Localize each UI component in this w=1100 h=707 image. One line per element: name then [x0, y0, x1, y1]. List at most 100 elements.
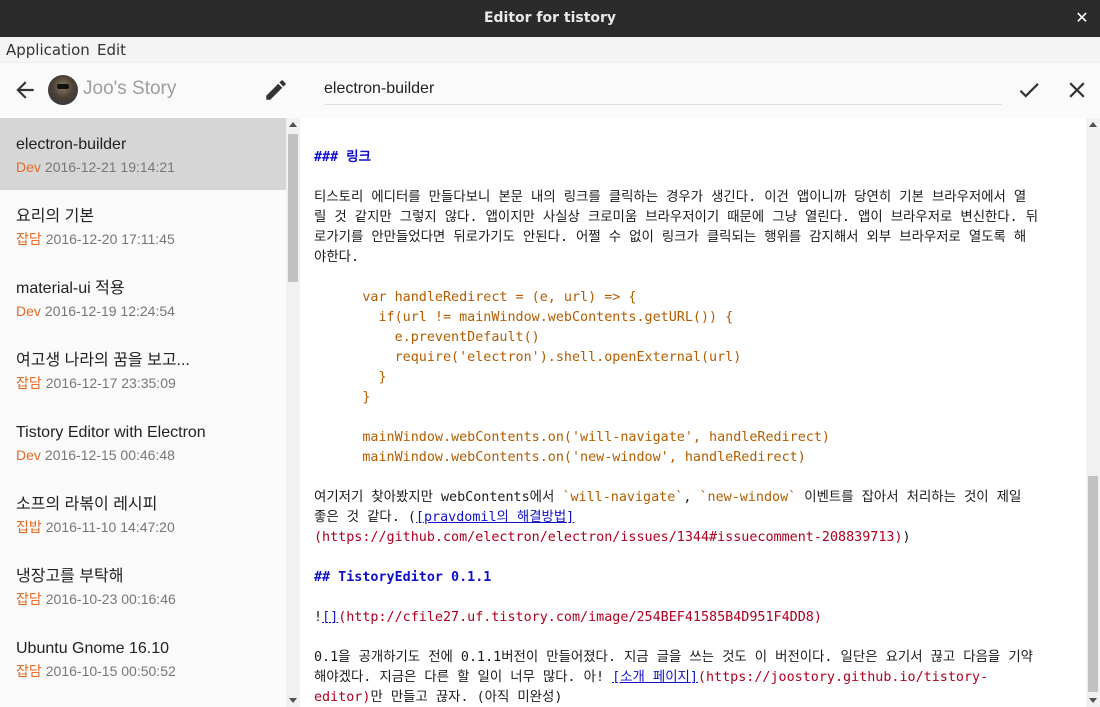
post-category: Dev — [16, 447, 41, 463]
menu-application[interactable]: Application — [6, 41, 90, 59]
image-markdown-line: ![](http://cfile27.uf.tistory.com/image/… — [314, 608, 1072, 628]
menu-bar: Application Edit — [0, 37, 1100, 63]
check-icon — [1019, 83, 1039, 98]
post-list-scrollbar[interactable] — [286, 118, 300, 707]
heading-link: ### 링크 — [314, 150, 371, 165]
post-title: 여고생 나라의 꿈을 보고... — [16, 352, 190, 369]
post-title: material-ui 적용 — [16, 280, 125, 297]
editor-content: ### 링크 티스토리 에디터를 만들다보니 본문 내의 링크를 클릭하는 경우… — [314, 118, 1072, 707]
post-title: electron-builder — [16, 136, 127, 153]
save-button[interactable] — [1016, 77, 1042, 103]
text-span: , — [683, 490, 700, 505]
post-title: 소프의 라볶이 레시피 — [16, 496, 158, 513]
post-category: 잡담 — [16, 591, 42, 607]
post-list-item[interactable]: 여고생 나라의 꿈을 보고... 잡담 2016-12-17 23:35:09 — [0, 334, 286, 406]
post-title: 냉장고를 부탁해 — [16, 568, 124, 585]
post-list-item[interactable]: electron-builder Dev 2016-12-21 19:14:21 — [0, 118, 286, 190]
markdown-editor[interactable]: ### 링크 티스토리 에디터를 만들다보니 본문 내의 링크를 클릭하는 경우… — [300, 118, 1086, 707]
window-titlebar: Editor for tistory ✕ — [0, 0, 1100, 37]
post-date: 2016-11-10 14:47:20 — [45, 519, 175, 535]
window-title: Editor for tistory — [483, 10, 617, 26]
paragraph-line: editor)만 만들고 끊자. (아직 미완성) — [314, 688, 1072, 707]
post-date: 2016-10-23 00:16:46 — [45, 591, 176, 607]
image-alt-text: [] — [322, 610, 339, 625]
markdown-link-url: editor) — [314, 690, 371, 705]
code-line: require('electron').shell.openExternal(u… — [314, 350, 742, 365]
text-span: ) — [902, 530, 911, 545]
scroll-down-arrow-icon[interactable] — [289, 698, 297, 703]
code-line: e.preventDefault() — [314, 330, 540, 345]
code-line: mainWindow.webContents.on('new-window', … — [314, 450, 806, 465]
post-list-item[interactable]: Tistory Editor with Electron Dev 2016-12-… — [0, 406, 286, 478]
paragraph-line: (https://github.com/electron/electron/is… — [314, 528, 1072, 548]
new-post-button[interactable] — [263, 77, 289, 103]
text-span: 좋은 것 같다. ( — [314, 510, 416, 525]
markdown-link-url: (https://joostory.github.io/tistory- — [697, 670, 989, 685]
editor-header — [300, 63, 1100, 118]
post-category: 집밥 — [16, 519, 42, 535]
post-category: Dev — [16, 159, 41, 175]
post-list-item[interactable]: material-ui 적용 Dev 2016-12-19 12:24:54 — [0, 262, 286, 334]
paragraph-line: 릴 것 같지만 그렇지 않다. 앱이지만 사실상 크로미움 브라우저이기 때문에… — [314, 210, 1039, 225]
arrow-left-icon — [16, 81, 34, 99]
markdown-link-url: (https://github.com/electron/electron/is… — [314, 530, 903, 545]
post-category: Dev — [16, 303, 41, 319]
paragraph-line: 여기저기 찾아봤지만 webContents에서 `will-navigate`… — [314, 488, 1072, 508]
code-line: if(url != mainWindow.webContents.getURL(… — [314, 310, 734, 325]
image-bang: ! — [314, 610, 323, 625]
close-icon — [1069, 82, 1085, 98]
markdown-link-text: [소개 페이지] — [612, 670, 698, 685]
paragraph-line: 0.1을 공개하기도 전에 0.1.1버전이 만들어졌다. 지금 글을 쓰는 것… — [314, 650, 1033, 665]
post-date: 2016-12-15 00:46:48 — [44, 447, 175, 463]
post-title: 요리의 기본 — [16, 208, 95, 225]
blog-title: Joo's Story — [83, 78, 177, 99]
menu-edit[interactable]: Edit — [97, 41, 126, 59]
post-date: 2016-12-17 23:35:09 — [45, 375, 176, 391]
post-date: 2016-10-15 00:50:52 — [45, 663, 176, 679]
post-title: Ubuntu Gnome 16.10 — [16, 640, 169, 657]
avatar — [48, 75, 78, 105]
scroll-up-arrow-icon[interactable] — [289, 122, 297, 127]
post-list-item[interactable]: Ubuntu Gnome 16.10 잡담 2016-10-15 00:50:52 — [0, 622, 286, 694]
sidebar-header: Joo's Story — [0, 63, 300, 118]
post-category: 잡담 — [16, 375, 42, 391]
heading-version: ## TistoryEditor 0.1.1 — [314, 570, 492, 585]
post-date: 2016-12-19 12:24:54 — [44, 303, 175, 319]
inline-code: `new-window` — [699, 490, 797, 505]
text-span: 여기저기 찾아봤지만 webContents에서 — [314, 490, 563, 505]
post-date: 2016-12-20 17:11:45 — [45, 231, 175, 247]
paragraph-line: 좋은 것 같다. ([pravdomil의 해결방법] — [314, 508, 1072, 528]
scroll-up-arrow-icon[interactable] — [1089, 122, 1097, 127]
window-close-button[interactable]: ✕ — [1072, 8, 1092, 28]
post-date: 2016-12-21 19:14:21 — [44, 159, 175, 175]
post-list-item[interactable]: 소프의 라볶이 레시피 집밥 2016-11-10 14:47:20 — [0, 478, 286, 550]
pencil-icon — [266, 80, 286, 100]
cancel-button[interactable] — [1064, 77, 1090, 103]
code-line: var handleRedirect = (e, url) => { — [314, 290, 637, 305]
back-button[interactable] — [12, 77, 38, 103]
post-title: Tistory Editor with Electron — [16, 424, 206, 441]
scrollbar-thumb[interactable] — [1088, 476, 1098, 692]
paragraph-line: 티스토리 에디터를 만들다보니 본문 내의 링크를 클릭하는 경우가 생긴다. … — [314, 190, 1027, 205]
text-span: 만 만들고 끊자. (아직 미완성) — [370, 690, 563, 705]
scrollbar-thumb[interactable] — [288, 134, 298, 282]
text-span: 이벤트를 잡아서 처리하는 것이 제일 — [796, 490, 1022, 505]
code-line: mainWindow.webContents.on('will-navigate… — [314, 430, 830, 445]
code-line: } — [314, 370, 387, 385]
post-title-input[interactable] — [324, 77, 1002, 105]
post-category: 잡담 — [16, 663, 42, 679]
post-list: electron-builder Dev 2016-12-21 19:14:21 … — [0, 118, 286, 707]
paragraph-line: 야한다. — [314, 250, 360, 265]
paragraph-line: 해야겠다. 지금은 다른 할 일이 너무 많다. 아! [소개 페이지](htt… — [314, 668, 1072, 688]
post-list-item[interactable]: 요리의 기본 잡담 2016-12-20 17:11:45 — [0, 190, 286, 262]
inline-code: `will-navigate` — [562, 490, 684, 505]
editor-scrollbar[interactable] — [1086, 118, 1100, 707]
markdown-link-text: [pravdomil의 해결방법] — [415, 510, 575, 525]
post-category: 잡담 — [16, 231, 42, 247]
paragraph-line: 로가기를 안만들었다면 뒤로가기도 안된다. 어쩔 수 없이 링크가 클릭되는 … — [314, 230, 1027, 245]
code-line: } — [314, 390, 371, 405]
text-span: 해야겠다. 지금은 다른 할 일이 너무 많다. 아! — [314, 670, 613, 685]
post-list-item[interactable]: 냉장고를 부탁해 잡담 2016-10-23 00:16:46 — [0, 550, 286, 622]
scroll-down-arrow-icon[interactable] — [1089, 698, 1097, 703]
image-url: (http://cfile27.uf.tistory.com/image/254… — [338, 610, 822, 625]
